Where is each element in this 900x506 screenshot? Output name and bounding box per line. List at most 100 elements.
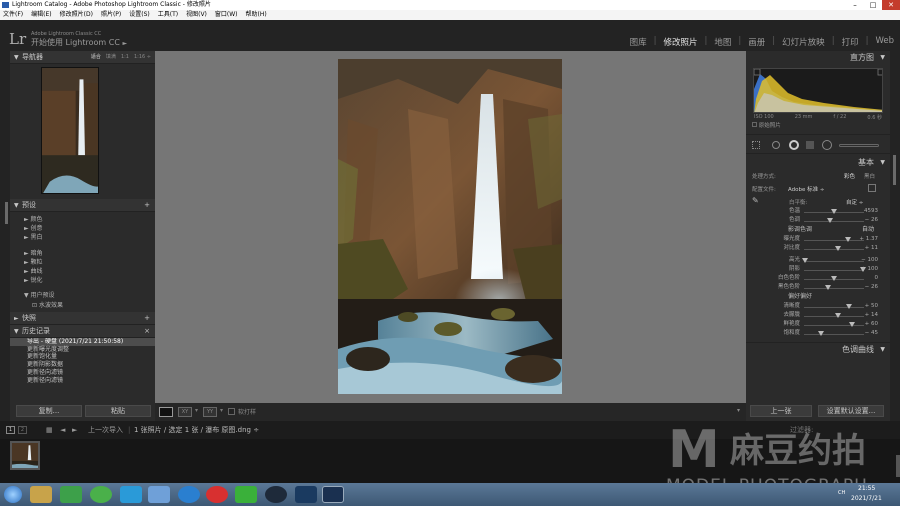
main-photo[interactable] [338, 59, 562, 394]
slider-handle[interactable] [831, 209, 837, 214]
preset-folder[interactable]: ► 黑白 [24, 233, 155, 242]
preset-folder[interactable]: ► 暗角 [24, 249, 155, 258]
module-library[interactable]: 图库 [630, 36, 647, 48]
slider-value[interactable]: + 11 [865, 244, 878, 253]
filmstrip-scrollbar[interactable] [896, 455, 900, 477]
slider-track[interactable] [804, 334, 864, 335]
preset-folder[interactable]: ► 曲线 [24, 267, 155, 276]
module-book[interactable]: 画册 [748, 36, 765, 48]
slider-value[interactable]: + 50 [865, 302, 878, 311]
slider-handle[interactable] [844, 237, 851, 242]
slider-handle[interactable] [825, 285, 831, 290]
wb-select[interactable]: 自定 ÷ [846, 198, 863, 206]
tone-curve-header[interactable]: 色调曲线 ▼ [746, 342, 890, 356]
brush-icon[interactable] [839, 144, 879, 147]
zoom-fit-option[interactable]: 适合 [91, 51, 101, 64]
red-eye-icon[interactable] [789, 140, 799, 150]
media-player-icon[interactable] [120, 486, 142, 503]
zoom-fill-option[interactable]: 填满 [106, 51, 116, 64]
profile-browser-icon[interactable] [868, 184, 876, 192]
slider-value[interactable]: − 45 [865, 329, 878, 338]
preset-folder[interactable]: ► 颗粒 [24, 258, 155, 267]
history-item[interactable]: 更新径向滤镜 [10, 377, 155, 385]
lightroom-taskbar-icon[interactable] [322, 486, 344, 503]
history-item[interactable]: 导出 - 硬盘 (2021/7/21 21:50:58) [10, 337, 155, 346]
forward-arrow-icon[interactable]: ► [72, 421, 77, 439]
menu-photo[interactable]: 照片(P) [101, 10, 121, 20]
right-panel-scrollbar[interactable] [893, 155, 896, 185]
snapshots-header[interactable]: ► 快照 + [10, 311, 155, 325]
menu-view[interactable]: 视图(V) [186, 10, 207, 20]
slider-handle[interactable] [827, 218, 834, 223]
history-header[interactable]: ▼ 历史记录 × [10, 324, 155, 338]
module-map[interactable]: 地图 [714, 36, 731, 48]
toolbar-menu-icon[interactable]: ▾ [737, 407, 740, 414]
module-slideshow[interactable]: 幻灯片放映 [782, 36, 825, 48]
photoshop-icon[interactable] [295, 486, 317, 503]
preset-folder[interactable]: ► 锐化 [24, 276, 155, 285]
histogram-header[interactable]: 直方图 ▼ [746, 51, 890, 65]
slider-value[interactable]: − 100 [861, 256, 878, 265]
module-develop[interactable]: 修改照片 [664, 36, 698, 48]
slider-track[interactable] [804, 270, 864, 271]
wechat-icon[interactable] [235, 486, 257, 503]
radial-filter-icon[interactable] [822, 140, 832, 150]
filmstrip-thumbnail[interactable] [10, 441, 40, 470]
reset-defaults-button[interactable]: 设置默认设置... [818, 405, 884, 417]
auto-tone-button[interactable]: 自动 [862, 225, 874, 235]
grid-view-icon[interactable]: ▦ [46, 421, 53, 439]
slider-value[interactable]: + 14 [865, 311, 878, 320]
before-after-swap-button[interactable]: YY [203, 407, 217, 417]
softproof-checkbox[interactable] [228, 408, 235, 415]
start-button[interactable] [4, 486, 22, 503]
back-arrow-icon[interactable]: ◄ [60, 421, 65, 439]
treatment-color[interactable]: 彩色 [844, 172, 855, 180]
menu-file[interactable]: 文件(F) [3, 10, 23, 20]
loupe-view-button[interactable] [159, 407, 173, 417]
preset-item[interactable]: ⊡ 水波效果 [24, 301, 155, 310]
page-2-button[interactable]: 2 [18, 426, 27, 434]
eyedropper-icon[interactable]: ✎ [752, 196, 762, 206]
zoom-custom-option[interactable]: 1:16 ÷ [134, 51, 151, 64]
menu-develop[interactable]: 修改照片(D) [60, 10, 93, 20]
netease-music-icon[interactable] [206, 486, 228, 503]
slider-track[interactable] [804, 307, 864, 308]
slider-handle[interactable] [834, 246, 841, 251]
left-panel-scrollbar[interactable] [5, 202, 8, 224]
ie-icon[interactable] [178, 486, 200, 503]
filmstrip-info[interactable]: 1 张照片 / 选定 1 张 / 瀑布 原图.dng ÷ [134, 421, 259, 439]
close-button[interactable]: ✕ [882, 0, 900, 10]
preset-folder-user[interactable]: ▼ 用户预设 [24, 291, 155, 300]
history-item[interactable]: 更新径向滤镜 [10, 369, 155, 377]
crop-icon[interactable] [752, 141, 760, 149]
add-preset-icon[interactable]: + [144, 199, 150, 212]
menu-settings[interactable]: 设置(S) [129, 10, 150, 20]
app-icon[interactable] [90, 486, 112, 503]
minimize-button[interactable]: – [846, 0, 864, 10]
slider-track[interactable] [804, 221, 864, 222]
menu-tools[interactable]: 工具(T) [158, 10, 178, 20]
histogram[interactable] [753, 68, 883, 113]
app-icon[interactable] [265, 486, 287, 503]
clear-history-icon[interactable]: × [144, 325, 150, 338]
basic-header[interactable]: 基本 ▼ [746, 156, 890, 170]
history-item[interactable]: 更新阴影数据 [10, 361, 155, 369]
original-photo-toggle[interactable]: 原始照片 [746, 122, 890, 131]
slider-value[interactable]: − 26 [865, 283, 878, 292]
slider-value[interactable]: + 1.37 [859, 235, 878, 244]
slider-handle[interactable] [817, 331, 824, 336]
slider-value[interactable]: − 26 [865, 216, 878, 225]
page-1-button[interactable]: 1 [6, 426, 15, 434]
module-web[interactable]: Web [875, 36, 894, 48]
slider-value[interactable]: + 100 [861, 265, 878, 274]
slider-track[interactable] [804, 240, 864, 241]
paste-settings-button[interactable]: 粘贴 [85, 405, 151, 417]
slider-handle[interactable] [846, 304, 852, 309]
slider-track[interactable] [804, 261, 864, 262]
navigator-preview[interactable] [41, 67, 99, 194]
slider-value[interactable]: 0 [875, 274, 879, 283]
preset-folder[interactable]: ► 颜色 [24, 215, 155, 224]
language-indicator[interactable]: CH [838, 490, 845, 496]
module-print[interactable]: 打印 [842, 36, 859, 48]
source-label[interactable]: 上一次导入 [88, 421, 123, 439]
